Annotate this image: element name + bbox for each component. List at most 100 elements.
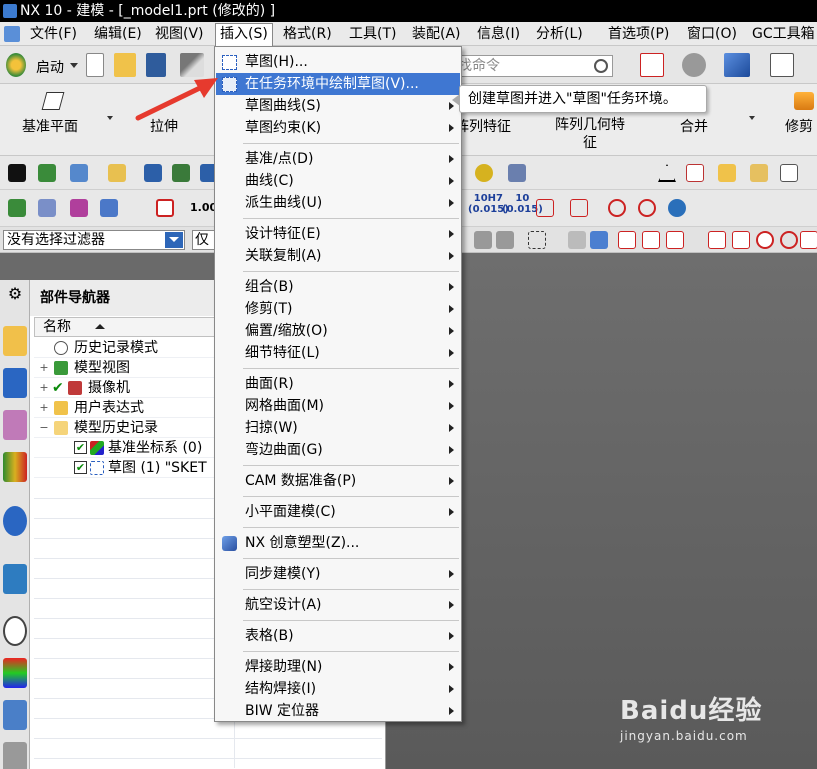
insert-menu-item[interactable]: 曲面(R) (216, 373, 460, 395)
system-materials-icon[interactable] (3, 658, 27, 688)
menu-window[interactable]: 窗口(O) (683, 24, 741, 44)
background-color-icon[interactable] (770, 53, 794, 77)
select-face-icon[interactable] (590, 231, 608, 249)
layer-settings-icon[interactable] (38, 164, 56, 182)
snap-center-icon[interactable] (756, 231, 774, 249)
scope-filter-select[interactable]: 仅在 (192, 230, 216, 250)
radius-dim-2-icon[interactable] (570, 199, 588, 217)
select-body-icon[interactable] (568, 231, 586, 249)
nx-menu-icon[interactable] (4, 26, 20, 42)
roles-icon[interactable] (3, 742, 27, 769)
filter-dropdown-icon[interactable] (165, 232, 183, 248)
insert-menu-item[interactable]: NX 创意塑型(Z)... (216, 532, 460, 554)
insert-menu-item[interactable]: 小平面建模(C) (216, 501, 460, 523)
check-geometry-icon[interactable] (8, 199, 26, 217)
menu-view[interactable]: 视图(V) (151, 24, 208, 44)
menu-insert[interactable]: 插入(S) (215, 23, 273, 46)
insert-menu-item[interactable]: 结构焊接(I) (216, 678, 460, 700)
web-browser-icon[interactable] (3, 564, 27, 594)
more-dropdown-icon[interactable] (107, 116, 113, 123)
radius-dim-icon[interactable] (536, 199, 554, 217)
insert-menu-item[interactable]: 同步建模(Y) (216, 563, 460, 585)
insert-menu-item[interactable]: 网格曲面(M) (216, 395, 460, 417)
feature-checkbox[interactable]: ✔ (74, 441, 87, 454)
no-diameter-icon[interactable] (638, 199, 656, 217)
snap-quadrant-icon[interactable] (780, 231, 798, 249)
new-file-icon[interactable] (86, 53, 104, 77)
insert-menu-item[interactable]: 基准/点(D) (216, 148, 460, 170)
orientation-cube-icon[interactable] (724, 53, 750, 77)
snap-2-icon[interactable] (496, 231, 514, 249)
menu-edit[interactable]: 编辑(E) (90, 24, 146, 44)
fit-view-icon[interactable] (640, 53, 664, 77)
menu-preferences[interactable]: 首选项(P) (604, 24, 673, 44)
feature-checkbox[interactable]: ✔ (74, 461, 87, 474)
csys-dynamics-icon[interactable] (100, 199, 118, 217)
dimension-icon[interactable] (156, 199, 174, 217)
layer-visible-icon[interactable] (70, 164, 88, 182)
type-filter-select[interactable]: 没有选择过滤器 (3, 230, 185, 250)
triangle-icon[interactable] (658, 164, 676, 182)
add-component-icon[interactable] (718, 164, 736, 182)
spreadsheet-icon[interactable] (686, 164, 704, 182)
insert-menu-item[interactable]: CAM 数据准备(P) (216, 470, 460, 492)
edit-object-icon[interactable] (108, 164, 126, 182)
expand-icon[interactable]: + (36, 398, 52, 418)
render-style-icon[interactable] (682, 53, 706, 77)
pattern-geometry-label[interactable]: 阵列几何特 征 (555, 116, 625, 152)
insert-menu-item[interactable]: 组合(B) (216, 276, 460, 298)
insert-menu-item[interactable]: 草图约束(K) (216, 117, 460, 139)
insert-menu-item[interactable]: 焊接助理(N) (216, 656, 460, 678)
start-menu-label[interactable]: 启动 (36, 57, 64, 77)
insert-menu-item[interactable]: 表格(B) (216, 625, 460, 647)
snap-icon[interactable] (474, 231, 492, 249)
search-icon[interactable] (594, 59, 608, 73)
coil-icon[interactable] (475, 164, 493, 182)
menu-tools[interactable]: 工具(T) (345, 24, 400, 44)
menu-gc-toolkit[interactable]: GC工具箱 (748, 24, 817, 44)
satellite-icon[interactable] (508, 164, 526, 182)
assembly-icon[interactable] (750, 164, 768, 182)
snap-midpoint-icon[interactable] (642, 231, 660, 249)
show-hide-icon[interactable] (144, 164, 162, 182)
gear-icon[interactable]: ⚙ (0, 280, 30, 308)
insert-menu-item[interactable]: BIW 定位器 (216, 700, 460, 722)
box-select-icon[interactable] (528, 231, 546, 249)
insert-menu-item[interactable]: 偏置/缩放(O) (216, 320, 460, 342)
hd3d-tools-icon[interactable] (3, 506, 27, 536)
menu-format[interactable]: 格式(R) (279, 24, 336, 44)
insert-menu-item[interactable]: 草图(H)... (216, 51, 460, 73)
insert-menu-item[interactable]: 设计特征(E) (216, 223, 460, 245)
unite-label[interactable]: 合并 (680, 116, 708, 136)
snap-point-icon[interactable] (800, 231, 817, 249)
part-navigator-icon[interactable] (3, 410, 27, 440)
drawing-sheet-icon[interactable] (780, 164, 798, 182)
menu-assembly[interactable]: 装配(A) (408, 24, 465, 44)
insert-menu-item[interactable]: 派生曲线(U) (216, 192, 460, 214)
insert-menu-item[interactable]: 草图曲线(S) (216, 95, 460, 117)
menu-information[interactable]: 信息(I) (473, 24, 524, 44)
insert-menu-item[interactable]: 航空设计(A) (216, 594, 460, 616)
reuse-library-icon[interactable] (3, 452, 27, 482)
process-studio-icon[interactable] (3, 700, 27, 730)
expand-icon[interactable]: + (36, 378, 52, 398)
snap-points-icon[interactable] (8, 164, 26, 182)
diameter-icon[interactable] (608, 199, 626, 217)
menu-analysis[interactable]: 分析(L) (532, 24, 587, 44)
history-icon[interactable] (3, 616, 27, 646)
insert-menu-item[interactable]: 在任务环境中绘制草图(V)... (216, 73, 460, 95)
pattern-feature-label[interactable]: 阵列特征 (455, 116, 511, 136)
insert-menu-item[interactable]: 曲线(C) (216, 170, 460, 192)
measure-icon[interactable] (172, 164, 190, 182)
undo-arrow-icon[interactable] (668, 199, 686, 217)
insert-menu-item[interactable]: 细节特征(L) (216, 342, 460, 364)
insert-menu-item[interactable]: 修剪(T) (216, 298, 460, 320)
wcs-icon[interactable] (70, 199, 88, 217)
insert-menu-item[interactable]: 弯边曲面(G) (216, 439, 460, 461)
trim-label[interactable]: 修剪 (785, 116, 813, 136)
expand-icon[interactable]: + (36, 358, 52, 378)
trim-body-icon[interactable] (794, 92, 814, 110)
command-finder-input[interactable]: 找命令 (453, 55, 613, 77)
start-dropdown-icon[interactable] (70, 63, 78, 72)
menu-file[interactable]: 文件(F) (26, 24, 81, 44)
